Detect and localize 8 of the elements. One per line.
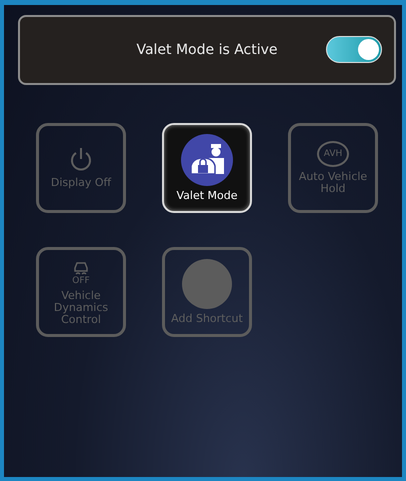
shortcut-tile[interactable]: Valet Mode xyxy=(162,123,252,213)
off-label: OFF xyxy=(72,276,90,286)
status-text: Valet Mode is Active xyxy=(136,42,278,58)
valet-attendant-icon xyxy=(181,134,233,186)
hold-icon: AVH xyxy=(317,141,349,167)
circle-icon xyxy=(182,259,232,309)
power-icon xyxy=(69,147,93,173)
toggle-switch[interactable] xyxy=(326,36,382,63)
